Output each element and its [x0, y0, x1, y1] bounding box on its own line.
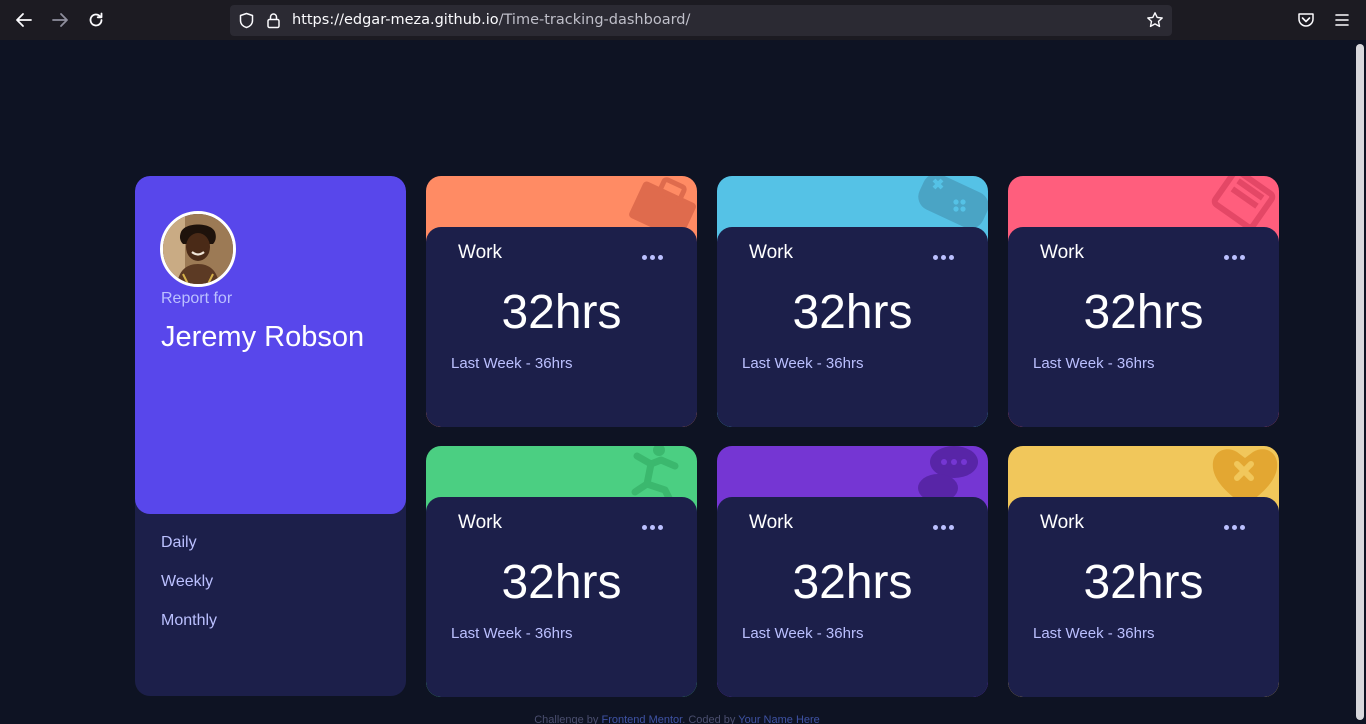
url-path: /Time-tracking-dashboard/: [498, 12, 691, 28]
activity-card-body: Work 32hrs Last Week - 36hrs: [1008, 227, 1279, 427]
pocket-icon[interactable]: [1296, 10, 1316, 30]
lock-icon[interactable]: [265, 12, 282, 29]
previous-hours: Last Week - 36hrs: [1033, 355, 1155, 372]
current-hours: 32hrs: [792, 556, 913, 609]
period-monthly[interactable]: Monthly: [161, 612, 217, 630]
previous-hours: Last Week - 36hrs: [742, 355, 864, 372]
activity-title: Work: [749, 512, 793, 533]
back-arrow-icon[interactable]: [12, 8, 36, 32]
profile-header: Report for Jeremy Robson: [135, 176, 406, 514]
activity-card-work: Work 32hrs Last Week - 36hrs: [426, 176, 697, 427]
activity-card-study: Work 32hrs Last Week - 36hrs: [1008, 176, 1279, 427]
scrollbar-thumb[interactable]: [1356, 44, 1364, 720]
more-options-icon[interactable]: [933, 525, 957, 531]
current-hours: 32hrs: [792, 286, 913, 339]
current-hours: 32hrs: [501, 286, 622, 339]
reload-icon[interactable]: [84, 8, 108, 32]
previous-hours: Last Week - 36hrs: [451, 625, 573, 642]
activity-card-exercise: Work 32hrs Last Week - 36hrs: [426, 446, 697, 697]
hamburger-menu-icon[interactable]: [1332, 10, 1352, 30]
current-hours: 32hrs: [1083, 286, 1204, 339]
more-options-icon[interactable]: [642, 255, 666, 261]
activity-card-social: Work 32hrs Last Week - 36hrs: [717, 446, 988, 697]
activity-card-body: Work 32hrs Last Week - 36hrs: [426, 227, 697, 427]
bookmark-star-icon[interactable]: [1146, 11, 1164, 29]
attribution-middle: . Coded by: [682, 714, 736, 724]
previous-hours: Last Week - 36hrs: [451, 355, 573, 372]
period-weekly[interactable]: Weekly: [161, 573, 213, 591]
url-text[interactable]: https://edgar-meza.github.io/Time-tracki…: [292, 12, 690, 28]
activity-card-body: Work 32hrs Last Week - 36hrs: [1008, 497, 1279, 697]
user-name: Jeremy Robson: [161, 321, 365, 353]
more-options-icon[interactable]: [642, 525, 666, 531]
previous-hours: Last Week - 36hrs: [1033, 625, 1155, 642]
forward-arrow-icon[interactable]: [48, 8, 72, 32]
attribution-prefix: Challenge by: [534, 714, 599, 724]
browser-toolbar: https://edgar-meza.github.io/Time-tracki…: [0, 0, 1366, 40]
avatar: [160, 211, 236, 287]
previous-hours: Last Week - 36hrs: [742, 625, 864, 642]
more-options-icon[interactable]: [1224, 255, 1248, 261]
activity-title: Work: [1040, 512, 1084, 533]
attribution: Challenge by Frontend Mentor. Coded by Y…: [0, 714, 1354, 724]
activity-title: Work: [458, 242, 502, 263]
activity-card-play: Work 32hrs Last Week - 36hrs: [717, 176, 988, 427]
activity-card-body: Work 32hrs Last Week - 36hrs: [717, 227, 988, 427]
challenge-link[interactable]: Frontend Mentor: [601, 714, 682, 724]
profile-card: Report for Jeremy Robson Daily Weekly Mo…: [135, 176, 406, 696]
address-bar[interactable]: https://edgar-meza.github.io/Time-tracki…: [230, 5, 1172, 36]
current-hours: 32hrs: [1083, 556, 1204, 609]
activity-title: Work: [458, 512, 502, 533]
activity-title: Work: [749, 242, 793, 263]
more-options-icon[interactable]: [933, 255, 957, 261]
activity-title: Work: [1040, 242, 1084, 263]
current-hours: 32hrs: [501, 556, 622, 609]
period-daily[interactable]: Daily: [161, 534, 197, 552]
url-host: https://edgar-meza.github.io: [292, 12, 499, 28]
report-for-label: Report for: [161, 290, 233, 307]
more-options-icon[interactable]: [1224, 525, 1248, 531]
author-link[interactable]: Your Name Here: [738, 714, 820, 724]
activity-card-body: Work 32hrs Last Week - 36hrs: [717, 497, 988, 697]
activity-card-self-care: Work 32hrs Last Week - 36hrs: [1008, 446, 1279, 697]
shield-icon[interactable]: [238, 12, 255, 29]
activity-card-body: Work 32hrs Last Week - 36hrs: [426, 497, 697, 697]
